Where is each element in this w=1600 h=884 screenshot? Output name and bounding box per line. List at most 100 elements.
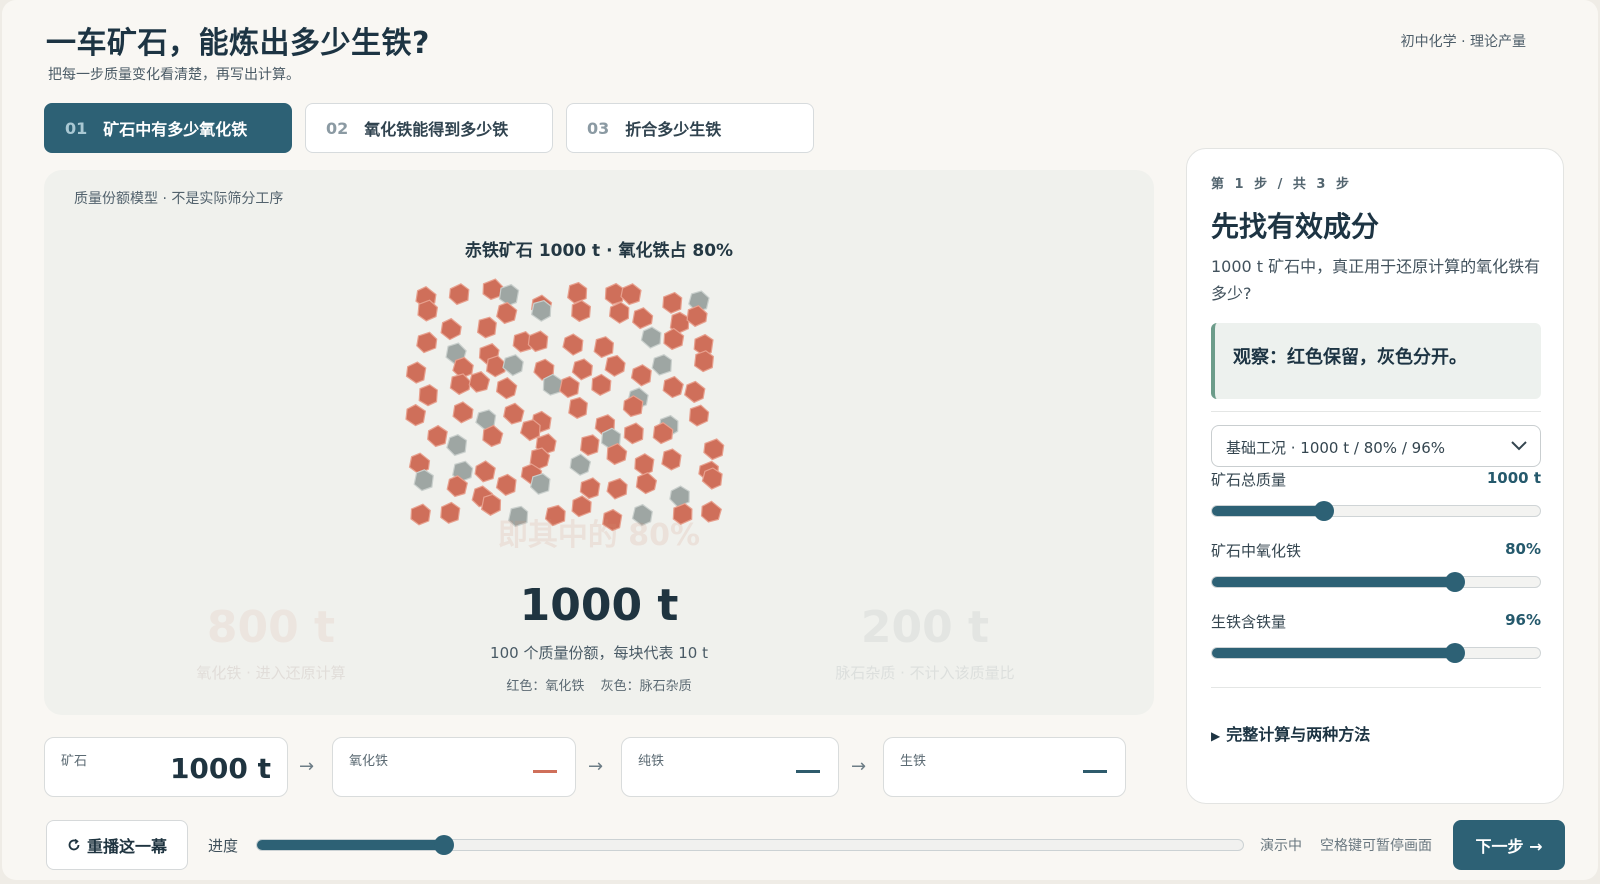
flow-arrow-icon: → <box>299 756 315 777</box>
space-key-hint: 空格键可暂停画面 <box>1320 838 1432 854</box>
slider-value: 80% <box>1505 540 1541 558</box>
fe2o3-block <box>405 361 427 384</box>
visual-stage: 质量份额模型 · 不是实际筛分工序 赤铁矿石 1000 t · 氧化铁占 80%… <box>44 170 1154 715</box>
gangue-block <box>569 453 592 476</box>
fe2o3-block <box>476 316 497 339</box>
tab-step-3[interactable]: 03 折合多少生铁 <box>566 103 814 153</box>
step-heading: 先找有效成分 <box>1211 210 1380 243</box>
empty-value-dash <box>796 770 820 773</box>
gangue-block <box>529 473 551 495</box>
fe2o3-block <box>684 380 706 404</box>
tab-step-2[interactable]: 02 氧化铁能得到多少铁 <box>305 103 553 153</box>
tab-number: 03 <box>587 118 610 138</box>
fe2o3-block <box>567 281 588 304</box>
slider-ore-mass[interactable]: 矿石总质量 1000 t <box>1211 469 1541 521</box>
flow-arrow-icon: → <box>588 756 604 777</box>
slider-track[interactable] <box>1211 501 1541 521</box>
flow-label: 矿石 <box>61 754 88 769</box>
tab-label: 矿石中有多少氧化铁 <box>103 120 248 139</box>
fe2o3-block <box>608 301 630 324</box>
fe2o3-block <box>661 448 682 471</box>
fe2o3-block <box>634 453 655 476</box>
tab-number: 02 <box>326 118 349 138</box>
slider-handle[interactable] <box>1444 643 1465 663</box>
fe2o3-block <box>571 358 593 381</box>
flow-label: 氧化铁 <box>349 754 389 769</box>
slider-fill <box>1212 648 1455 658</box>
fe2o3-block <box>662 291 683 314</box>
slider-handle[interactable] <box>1444 572 1465 592</box>
slider-value: 96% <box>1505 611 1541 629</box>
fe2o3-block <box>703 438 725 461</box>
progress-slider[interactable] <box>256 835 1244 855</box>
gangue-block <box>542 373 563 396</box>
gangue-block <box>498 283 520 307</box>
legend-gangue: 灰色：脉石杂质 <box>600 679 692 694</box>
ore-total-mass: 1000 t <box>519 580 679 631</box>
fe2o3-block <box>405 403 427 427</box>
chevron-down-icon <box>1511 441 1527 451</box>
fe2o3-block <box>693 350 715 373</box>
divider <box>1211 411 1541 412</box>
fe2o3-block <box>688 404 710 427</box>
slider-pig-iron-fe[interactable]: 生铁含铁量 96% <box>1211 611 1541 663</box>
topic-label: 初中化学 · 理论产量 <box>1400 34 1526 50</box>
fe2o3-block <box>579 477 601 500</box>
fe2o3-block <box>591 373 612 396</box>
flow-label: 纯铁 <box>638 754 665 769</box>
fe2o3-block <box>559 375 580 399</box>
gangue-block <box>530 299 552 322</box>
fe2o3-block <box>427 424 448 448</box>
step-question: 1000 t 矿石中，真正用于还原计算的氧化铁有多少? <box>1211 257 1541 303</box>
fe2o3-block <box>620 283 642 306</box>
app-window: 一车矿石，能炼出多少生铁? 把每一步质量变化看清楚，再写出计算。 初中化学 · … <box>2 0 1598 880</box>
empty-value-dash <box>1083 770 1107 773</box>
tab-number: 01 <box>65 118 88 138</box>
fe2o3-block <box>416 331 438 354</box>
fe2o3-block <box>448 283 470 306</box>
details-label: 完整计算与两种方法 <box>1226 725 1371 744</box>
progress-handle[interactable] <box>434 835 455 855</box>
gangue-block <box>669 485 690 508</box>
step-counter: 第 1 步 / 共 3 步 <box>1211 177 1352 192</box>
slider-label: 生铁含铁量 <box>1211 613 1287 631</box>
flow-box-iron: 纯铁 <box>621 737 839 797</box>
fe2o3-block <box>449 373 471 396</box>
playing-status: 演示中 <box>1260 838 1302 854</box>
flow-label: 生铁 <box>900 754 927 769</box>
next-step-button[interactable]: 下一步 → <box>1453 820 1565 870</box>
fraction-ghost-label: 即其中的 80% <box>497 518 701 553</box>
fe2o3-block <box>606 477 628 500</box>
slider-track[interactable] <box>1211 572 1541 592</box>
tab-step-1[interactable]: 01 矿石中有多少氧化铁 <box>44 103 292 153</box>
slider-fill <box>1212 506 1324 516</box>
slider-label: 矿石中氧化铁 <box>1211 542 1302 560</box>
slider-fill <box>1212 577 1455 587</box>
fe2o3-block <box>579 434 600 456</box>
preset-select[interactable]: 基础工况 · 1000 t / 80% / 96% <box>1211 425 1541 467</box>
details-toggle[interactable]: ▶ 完整计算与两种方法 <box>1211 721 1370 745</box>
fe2o3-block <box>604 354 626 377</box>
fe2o3-block <box>452 401 474 424</box>
progress-fill <box>257 840 445 850</box>
slider-track[interactable] <box>1211 643 1541 663</box>
slider-fe2o3-percent[interactable]: 矿石中氧化铁 80% <box>1211 540 1541 592</box>
fe2o3-block <box>632 307 654 330</box>
fe2o3-block <box>519 419 541 442</box>
gangue-block <box>640 326 662 349</box>
fe2o3-block <box>495 376 518 400</box>
fe2o3-block <box>635 472 658 495</box>
replay-label: 重播这一幕 <box>86 837 167 856</box>
fe2o3-block <box>418 384 438 407</box>
fe2o3-block <box>440 317 462 341</box>
page-subtitle: 把每一步质量变化看清楚，再写出计算。 <box>48 67 300 83</box>
slider-handle[interactable] <box>1313 501 1334 521</box>
replay-button[interactable]: 重播这一幕 <box>46 820 188 870</box>
fe2o3-block <box>496 301 518 325</box>
fe2o3-block <box>562 333 584 356</box>
gangue-block <box>502 354 524 377</box>
fe2o3-block <box>593 336 615 359</box>
fe2o3-block <box>568 396 588 419</box>
fe2o3-block <box>701 467 723 490</box>
explanation-panel: 第 1 步 / 共 3 步 先找有效成分 1000 t 矿石中，真正用于还原计算… <box>1186 148 1564 804</box>
